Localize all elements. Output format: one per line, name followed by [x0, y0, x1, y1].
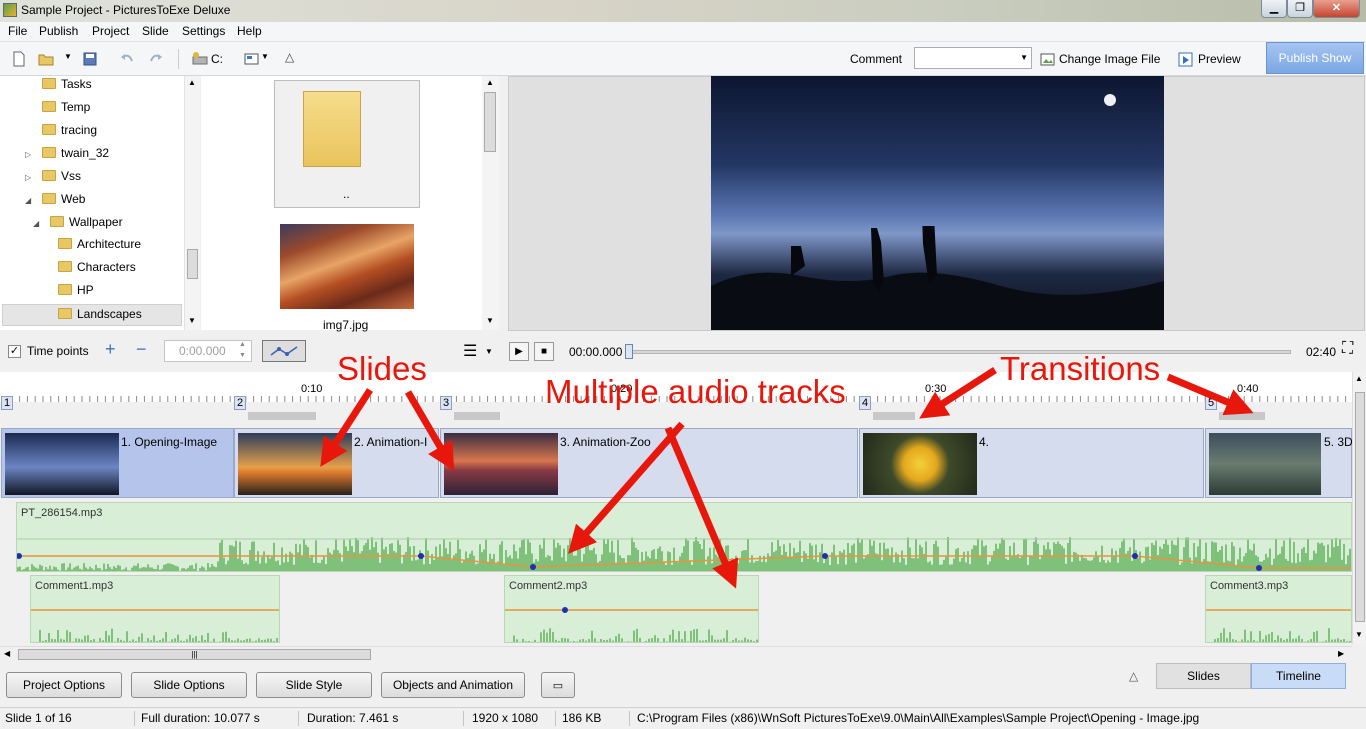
annotation-arrows: [320, 367, 1254, 589]
